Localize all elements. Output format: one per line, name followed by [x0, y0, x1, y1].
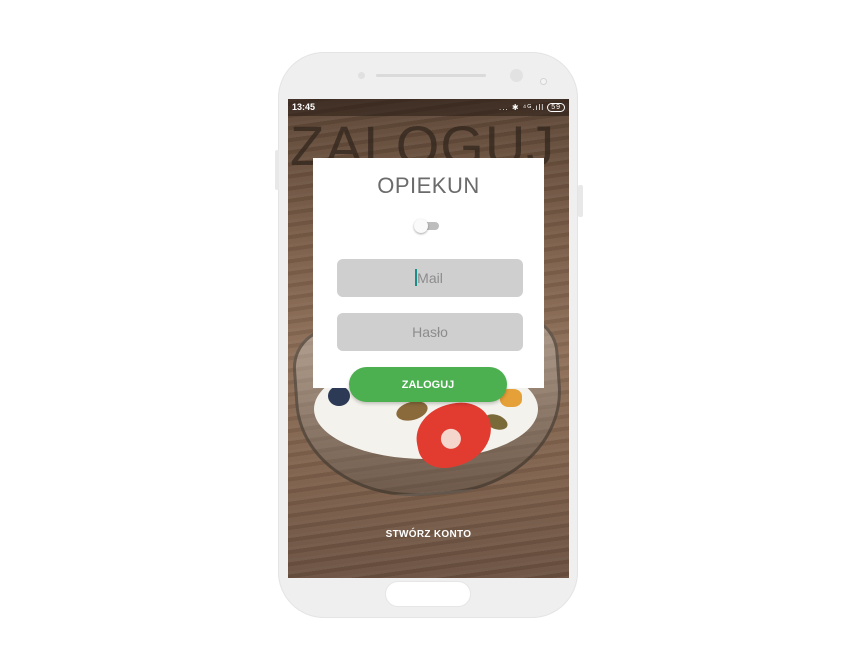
status-bar: 13:45 ... ✱ ⁴ᴳ.ıll 59 — [288, 99, 569, 116]
create-account-link[interactable]: STWÓRZ KONTO — [288, 529, 569, 540]
phone-sensor — [358, 72, 365, 79]
phone-home-button[interactable] — [386, 582, 470, 606]
status-icons: ... ✱ ⁴ᴳ.ıll 59 — [499, 99, 565, 116]
role-toggle-switch[interactable] — [414, 219, 440, 233]
status-time: 13:45 — [292, 102, 316, 112]
battery-icon: 59 — [547, 103, 565, 112]
blueberry-image — [328, 386, 350, 406]
toggle-thumb — [414, 219, 428, 233]
signal-icons: ... ✱ ⁴ᴳ.ıll — [498, 103, 545, 112]
card-title: OPIEKUN — [377, 173, 480, 198]
text-cursor — [415, 269, 417, 286]
phone-side-button-left — [275, 150, 279, 190]
password-input[interactable] — [337, 313, 523, 351]
phone-light-sensor — [540, 78, 547, 85]
phone-speaker — [376, 74, 486, 77]
phone-side-button-right — [578, 185, 583, 217]
login-card: OPIEKUN — [313, 158, 544, 388]
login-button[interactable]: ZALOGUJ — [349, 367, 507, 402]
phone-camera-icon — [510, 69, 523, 82]
mail-input[interactable] — [337, 259, 523, 297]
